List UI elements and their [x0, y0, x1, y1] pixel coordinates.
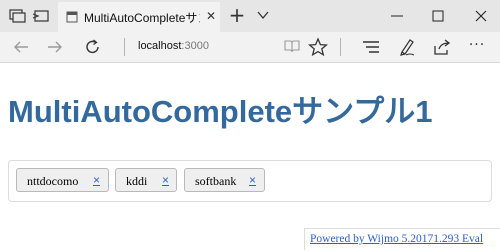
arrow-right-icon[interactable]: [46, 38, 64, 56]
url-port: :3000: [181, 40, 209, 52]
arrow-left-icon[interactable]: [12, 38, 30, 56]
selected-token: nttdocomo ×: [16, 168, 109, 192]
autocomplete-input[interactable]: [275, 170, 484, 192]
address-bar[interactable]: localhost:3000: [138, 40, 209, 52]
browser-nav-bar: localhost:3000 ···: [0, 32, 500, 63]
nav-divider: [124, 38, 125, 56]
pen-icon[interactable]: [398, 37, 416, 57]
minimize-window-icon[interactable]: [390, 10, 404, 22]
url-host: localhost: [138, 40, 182, 52]
close-window-icon[interactable]: [474, 9, 488, 23]
book-icon[interactable]: [284, 39, 300, 53]
selected-token: kddi ×: [115, 168, 177, 192]
hub-lines-icon[interactable]: [362, 39, 380, 55]
remove-token-button[interactable]: ×: [249, 172, 256, 188]
multi-autocomplete[interactable]: nttdocomo × kddi × softbank ×: [8, 160, 492, 202]
selected-token: softbank ×: [184, 168, 265, 192]
wijmo-eval-link[interactable]: Powered by Wijmo 5.20171.293 Eval: [310, 233, 483, 245]
remove-token-button[interactable]: ×: [162, 172, 169, 188]
chevron-down-icon[interactable]: [256, 8, 270, 22]
page-title: MultiAutoCompleteサンプル1: [8, 94, 433, 129]
nav-divider: [340, 38, 341, 56]
wijmo-eval-banner: Powered by Wijmo 5.20171.293 Eval: [304, 228, 500, 250]
token-label: softbank: [195, 174, 237, 188]
share-icon[interactable]: [432, 37, 452, 57]
more-options-button[interactable]: ···: [466, 38, 488, 56]
token-label: kddi: [126, 174, 148, 188]
new-tab-button[interactable]: +: [228, 3, 246, 27]
maximize-window-icon[interactable]: [432, 10, 444, 22]
remove-token-button[interactable]: ×: [93, 172, 100, 188]
active-tab[interactable]: MultiAutoCompleteサンプル ✕: [58, 2, 220, 32]
tab-title: MultiAutoCompleteサンプル: [84, 11, 200, 25]
token-label: nttdocomo: [27, 174, 79, 188]
refresh-icon[interactable]: [84, 38, 102, 56]
star-icon[interactable]: [308, 37, 328, 57]
page-favicon-icon: [66, 11, 78, 23]
set-aside-tabs-icon[interactable]: [31, 6, 51, 26]
close-tab-icon[interactable]: ✕: [204, 7, 218, 25]
browser-tab-bar: MultiAutoCompleteサンプル ✕ +: [0, 0, 500, 32]
tab-actions-icon[interactable]: [7, 6, 27, 26]
